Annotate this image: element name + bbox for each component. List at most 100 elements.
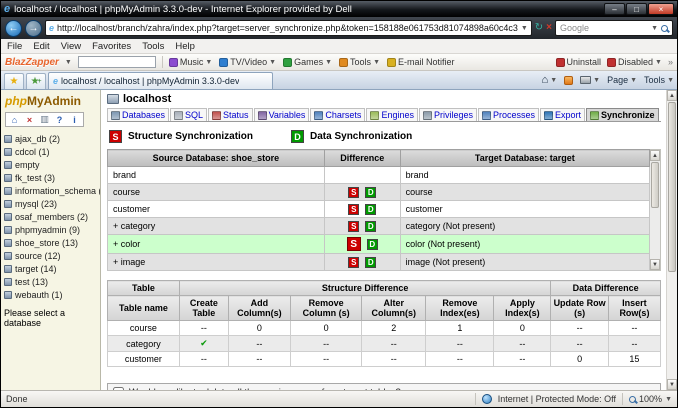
- page-menu[interactable]: Page▼: [607, 75, 637, 85]
- zoom-control[interactable]: 100% ▼: [629, 394, 672, 404]
- tab-synchronize[interactable]: Synchronize: [586, 108, 659, 121]
- sidebar-item-source[interactable]: source (12): [4, 249, 98, 262]
- sidebar-item-target[interactable]: target (14): [4, 262, 98, 275]
- toolbar-item-games[interactable]: Games▼: [283, 57, 332, 67]
- scrollbar-thumb[interactable]: [651, 162, 659, 208]
- search-box[interactable]: Google ▼: [555, 20, 673, 36]
- toolbar-search-input[interactable]: [78, 56, 156, 68]
- tab-status[interactable]: Status: [208, 108, 253, 121]
- data-sync-button[interactable]: D: [367, 239, 378, 250]
- sidebar-item-phpmyadmin[interactable]: phpmyadmin (9): [4, 223, 98, 236]
- structure-sync-button[interactable]: S: [348, 221, 359, 232]
- tab-privileges[interactable]: Privileges: [419, 108, 477, 121]
- variables-icon: [258, 111, 267, 120]
- data-sync-button[interactable]: D: [365, 204, 376, 215]
- browser-scrollbar-thumb[interactable]: [668, 102, 676, 272]
- sync-legend: S Structure Synchronization D Data Synch…: [109, 130, 661, 143]
- toolbar-item-uninstall[interactable]: Uninstall: [556, 57, 602, 67]
- address-field[interactable]: e http://localhost/branch/zahra/index.ph…: [45, 20, 532, 36]
- toolbar-item-e-mail-notifier[interactable]: E-mail Notifier: [387, 57, 455, 67]
- toolbar-item-label: Games: [294, 57, 323, 67]
- tab-sql[interactable]: SQL: [170, 108, 207, 121]
- favorites-icon[interactable]: ★: [4, 73, 24, 89]
- structure-sync-button[interactable]: S: [348, 187, 359, 198]
- pma-logo[interactable]: phpMyAdmin: [5, 94, 98, 108]
- tab-variables[interactable]: Variables: [254, 108, 310, 121]
- address-dropdown-icon[interactable]: ▼: [521, 25, 528, 32]
- detail-column-header: Insert Row(s): [608, 296, 660, 321]
- diff-value-cell: --: [426, 352, 494, 367]
- refresh-button[interactable]: ↻: [535, 23, 543, 33]
- database-label: webauth (1): [15, 290, 63, 300]
- status-icon: [212, 111, 221, 120]
- processes-icon: [482, 111, 491, 120]
- query-window-icon[interactable]: ▥: [39, 114, 50, 125]
- tab-charsets[interactable]: Charsets: [310, 108, 365, 121]
- tab-export[interactable]: Export: [540, 108, 585, 121]
- menu-favorites[interactable]: Favorites: [92, 41, 131, 52]
- sidebar-item-fk-test[interactable]: fk_test (3): [4, 171, 98, 184]
- sidebar-item-cdcol[interactable]: cdcol (1): [4, 145, 98, 158]
- sidebar-item-mysql[interactable]: mysql (23): [4, 197, 98, 210]
- close-button[interactable]: ×: [648, 3, 674, 15]
- diff-value-cell: --: [426, 336, 494, 352]
- home-button[interactable]: ⌂▼: [542, 74, 558, 86]
- page-favicon: e: [49, 23, 54, 33]
- structure-sync-button[interactable]: S: [348, 257, 359, 268]
- feeds-button[interactable]: [564, 76, 573, 85]
- back-button[interactable]: ←: [5, 20, 22, 37]
- sidebar-item-information-schema[interactable]: information_schema (28): [4, 184, 98, 197]
- maximize-button[interactable]: □: [626, 3, 647, 15]
- print-button[interactable]: ▼: [580, 76, 600, 84]
- menu-help[interactable]: Help: [175, 41, 195, 52]
- sidebar-item-osaf-members[interactable]: osaf_members (2): [4, 210, 98, 223]
- diff-table-wrap: Source Database: shoe_store Difference T…: [107, 149, 661, 271]
- home-icon[interactable]: ⌂: [9, 114, 20, 125]
- url-text[interactable]: http://localhost/branch/zahra/index.php?…: [57, 23, 518, 33]
- data-sync-button[interactable]: D: [365, 187, 376, 198]
- minimize-button[interactable]: –: [604, 3, 625, 15]
- structure-sync-button[interactable]: S: [347, 237, 361, 251]
- info-icon[interactable]: i: [69, 114, 80, 125]
- sidebar-item-shoe-store[interactable]: shoe_store (13): [4, 236, 98, 249]
- structure-sync-button[interactable]: S: [348, 204, 359, 215]
- tab-databases[interactable]: Databases: [107, 108, 169, 121]
- toolbar-item-disabled[interactable]: Disabled▼: [607, 57, 662, 67]
- menu-tools[interactable]: Tools: [142, 41, 164, 52]
- scroll-up-icon[interactable]: ▲: [650, 150, 660, 161]
- sidebar-item-empty[interactable]: empty: [4, 158, 98, 171]
- search-dropdown-icon[interactable]: ▼: [651, 25, 658, 32]
- search-input[interactable]: Google: [560, 23, 648, 33]
- tools-menu[interactable]: Tools▼: [644, 75, 674, 85]
- toolbar-overflow-icon[interactable]: »: [668, 57, 673, 67]
- brand-dropdown-icon[interactable]: ▼: [65, 59, 72, 66]
- toolbar-item-tools[interactable]: Tools▼: [339, 57, 380, 67]
- sidebar-item-webauth[interactable]: webauth (1): [4, 288, 98, 301]
- database-icon: [4, 252, 12, 260]
- forward-button[interactable]: →: [25, 20, 42, 37]
- menu-view[interactable]: View: [61, 41, 81, 52]
- toolbar-item-label: TV/Video: [230, 57, 267, 67]
- blazzapper-logo[interactable]: BlazZapper: [5, 57, 59, 68]
- data-sync-button[interactable]: D: [365, 257, 376, 268]
- tab-engines[interactable]: Engines: [366, 108, 418, 121]
- stop-button[interactable]: ×: [546, 23, 552, 33]
- docs-icon[interactable]: ?: [54, 114, 65, 125]
- scroll-down-icon[interactable]: ▼: [650, 259, 660, 270]
- toolbar-item-music[interactable]: Music▼: [169, 57, 212, 67]
- tab-label: SQL: [185, 110, 203, 120]
- toolbar-item-tv-video[interactable]: TV/Video▼: [219, 57, 276, 67]
- browser-scroll-down-icon[interactable]: ▼: [667, 379, 677, 390]
- search-icon[interactable]: [661, 25, 668, 32]
- browser-tab[interactable]: e localhost / localhost | phpMyAdmin 3.3…: [48, 72, 273, 89]
- menu-edit[interactable]: Edit: [33, 41, 49, 52]
- sidebar-item-ajax-db[interactable]: ajax_db (2): [4, 132, 98, 145]
- sidebar-item-test[interactable]: test (13): [4, 275, 98, 288]
- add-favorite-icon[interactable]: ★+: [26, 73, 46, 89]
- logout-icon[interactable]: ×: [24, 114, 35, 125]
- menu-file[interactable]: File: [7, 41, 22, 52]
- browser-scroll-up-icon[interactable]: ▲: [667, 90, 677, 101]
- tab-processes[interactable]: Processes: [478, 108, 539, 121]
- data-sync-button[interactable]: D: [365, 221, 376, 232]
- tab-label: Export: [555, 110, 581, 120]
